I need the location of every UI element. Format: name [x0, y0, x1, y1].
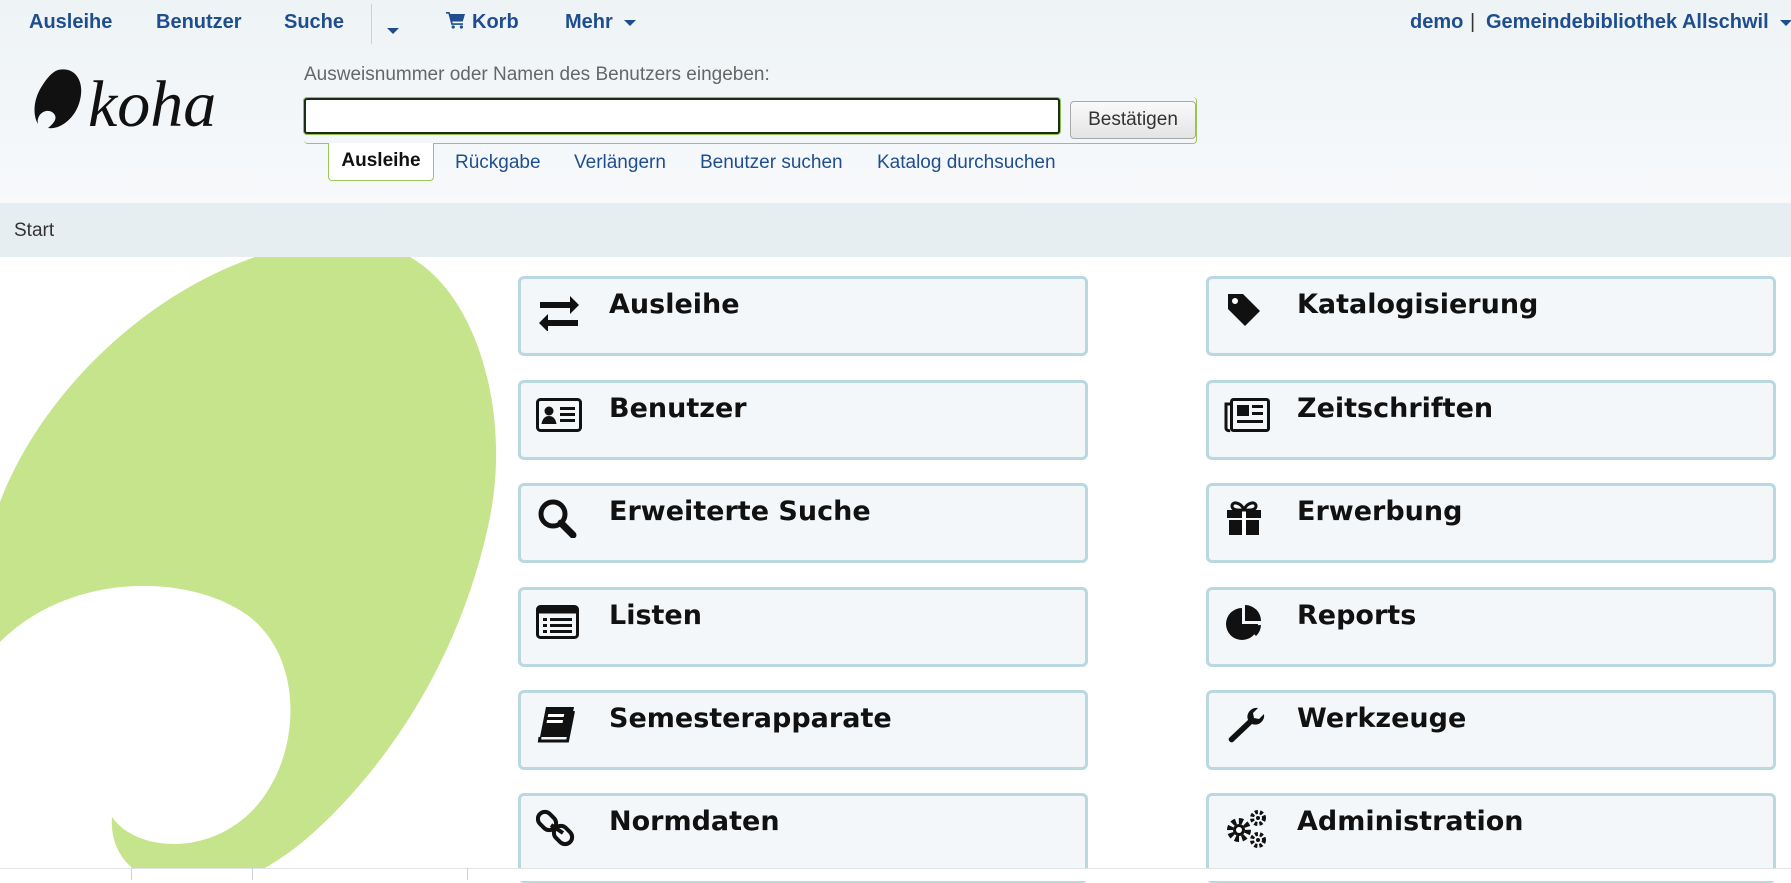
- module-label: Reports: [1297, 600, 1417, 631]
- module-zeitschriften[interactable]: Zeitschriften: [1206, 380, 1776, 460]
- module-katalogisierung[interactable]: Katalogisierung: [1206, 276, 1776, 356]
- module-label: Listen: [609, 600, 702, 631]
- module-listen[interactable]: Listen: [518, 587, 1088, 667]
- module-reports[interactable]: Reports: [1206, 587, 1776, 667]
- footer-divider: [252, 868, 253, 880]
- library-name: Gemeindebibliothek Allschwil: [1486, 11, 1769, 33]
- user-menu[interactable]: demo: [1410, 10, 1463, 34]
- wrench-icon: [1228, 707, 1265, 743]
- tab-katalog-durchsuchen[interactable]: Katalog durchsuchen: [877, 152, 1056, 174]
- link-icon: [536, 809, 575, 847]
- module-benutzer[interactable]: Benutzer: [518, 380, 1088, 460]
- exchange-icon: [539, 296, 579, 331]
- module-label: Erweiterte Suche: [609, 496, 871, 527]
- list-icon: [536, 605, 579, 639]
- tab-verlaengern[interactable]: Verlängern: [574, 152, 666, 174]
- cart-icon: [446, 12, 465, 29]
- newspaper-icon: [1224, 398, 1270, 433]
- top-navigation: Ausleihe Benutzer Suche Korb Mehr demo |…: [0, 0, 1791, 44]
- module-label: Normdaten: [609, 806, 780, 837]
- user-library-separator: |: [1470, 11, 1476, 33]
- module-label: Administration: [1297, 806, 1524, 837]
- module-label: Semesterapparate: [609, 703, 892, 734]
- nav-suche[interactable]: Suche: [284, 10, 344, 34]
- footer-divider: [467, 868, 468, 880]
- tab-rueckgabe[interactable]: Rückgabe: [455, 152, 541, 174]
- module-werkzeuge[interactable]: Werkzeuge: [1206, 690, 1776, 770]
- nav-separator: [371, 4, 372, 44]
- svg-text:koha: koha: [88, 68, 216, 141]
- nav-benutzer[interactable]: Benutzer: [156, 10, 242, 34]
- koha-logo[interactable]: koha: [30, 62, 260, 142]
- book-icon: [537, 707, 575, 743]
- nav-mehr-label: Mehr: [565, 11, 613, 33]
- tab-ausleihe[interactable]: Ausleihe: [328, 143, 434, 181]
- library-menu[interactable]: Gemeindebibliothek Allschwil: [1486, 10, 1791, 34]
- module-semesterapparate[interactable]: Semesterapparate: [518, 690, 1088, 770]
- module-ausleihe[interactable]: Ausleihe: [518, 276, 1088, 356]
- tab-ausleihe-label: Ausleihe: [341, 150, 421, 171]
- breadcrumb: Start: [0, 203, 1791, 257]
- module-label: Ausleihe: [609, 289, 740, 320]
- gift-icon: [1227, 501, 1261, 535]
- caret-down-icon: [1780, 19, 1791, 26]
- search-icon: [538, 499, 577, 538]
- nav-search-dropdown-toggle[interactable]: [387, 18, 399, 42]
- breadcrumb-start: Start: [14, 220, 55, 241]
- search-label: Ausweisnummer oder Namen des Benutzers e…: [304, 64, 770, 85]
- module-label: Katalogisierung: [1297, 289, 1539, 320]
- submit-button[interactable]: Bestätigen: [1070, 101, 1196, 139]
- nav-korb[interactable]: Korb: [446, 10, 519, 34]
- module-label: Werkzeuge: [1297, 703, 1467, 734]
- footer-bar: [0, 868, 1791, 881]
- tab-benutzer-suchen[interactable]: Benutzer suchen: [700, 152, 843, 174]
- id-card-icon: [536, 398, 582, 432]
- footer-divider: [131, 868, 132, 880]
- tag-icon: [1228, 294, 1260, 326]
- nav-ausleihe[interactable]: Ausleihe: [29, 10, 112, 34]
- caret-down-icon: [387, 27, 399, 34]
- module-erweiterte-suche[interactable]: Erweiterte Suche: [518, 483, 1088, 563]
- caret-down-icon: [624, 19, 637, 26]
- module-label: Zeitschriften: [1297, 393, 1494, 424]
- module-erwerbung[interactable]: Erwerbung: [1206, 483, 1776, 563]
- nav-korb-label: Korb: [472, 11, 519, 33]
- patron-search-input[interactable]: [304, 98, 1060, 134]
- nav-mehr[interactable]: Mehr: [565, 10, 637, 34]
- pie-chart-icon: [1226, 605, 1261, 640]
- gears-icon: [1227, 810, 1266, 848]
- koha-leaf-background: [0, 257, 497, 880]
- module-label: Benutzer: [609, 393, 747, 424]
- module-label: Erwerbung: [1297, 496, 1463, 527]
